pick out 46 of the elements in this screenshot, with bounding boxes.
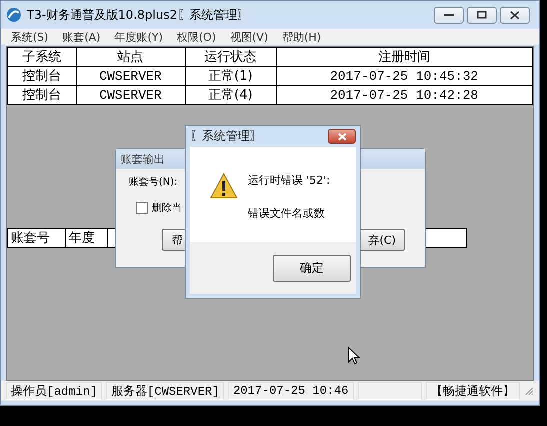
menu-item[interactable]: 帮助(H)	[282, 30, 322, 44]
table-cell: CWSERVER	[76, 86, 186, 104]
maximize-button[interactable]	[467, 6, 497, 24]
close-button[interactable]	[500, 6, 530, 24]
status-field: 操作员[admin]	[6, 382, 102, 400]
table-cell: CWSERVER	[76, 66, 186, 86]
dialog-title: 〖系统管理〗	[190, 128, 262, 145]
menu-item[interactable]: 视图(V)	[230, 30, 268, 44]
account-label: 账套号(N):	[129, 176, 178, 189]
column-header: 子系统	[8, 48, 76, 66]
column-header: 年度	[66, 228, 108, 248]
column-header: 注册时间	[276, 48, 532, 66]
checkbox[interactable]	[136, 202, 148, 214]
error-detail: 错误文件名或数	[248, 206, 326, 221]
table-cell: 控制台	[8, 86, 76, 104]
menu-item[interactable]: 权限(O)	[177, 30, 216, 44]
warning-icon	[210, 173, 238, 199]
table-cell: 正常(1)	[185, 66, 276, 86]
checkbox-label: 删除当	[152, 202, 182, 215]
status-field: 2017-07-25 10:46	[228, 382, 354, 400]
column-header: 站点	[76, 48, 186, 66]
column-header: 运行状态	[185, 48, 276, 66]
window-title: T3-财务通普及版10.8plus2〖系统管理〗	[27, 6, 250, 24]
minimize-button[interactable]	[434, 6, 464, 24]
menu-item[interactable]: 年度账(Y)	[114, 30, 163, 44]
dialog-title: 账套输出	[121, 152, 165, 166]
ok-button[interactable]: 确定	[273, 254, 351, 282]
table-cell: 2017-07-25 10:45:32	[276, 66, 532, 86]
resize-grip-icon	[524, 386, 534, 396]
app-logo-icon	[6, 7, 22, 23]
close-icon	[510, 10, 520, 20]
close-icon	[338, 132, 346, 140]
column-header: 账套号	[8, 228, 66, 248]
status-field: 【畅捷通软件】	[426, 382, 520, 400]
status-panel	[358, 382, 422, 400]
menu-item[interactable]: 系统(S)	[11, 30, 49, 44]
menu-item[interactable]: 账套(A)	[62, 30, 101, 44]
cursor-icon	[348, 347, 360, 365]
table-cell: 正常(4)	[185, 86, 276, 104]
minimize-icon	[444, 13, 454, 17]
error-message: 运行时错误 '52':	[248, 173, 330, 188]
close-button[interactable]	[328, 129, 356, 144]
table-cell: 控制台	[8, 66, 76, 86]
maximize-icon	[477, 11, 487, 19]
status-field: 服务器[CWSERVER]	[106, 382, 224, 400]
table-cell: 2017-07-25 10:42:28	[276, 86, 532, 104]
